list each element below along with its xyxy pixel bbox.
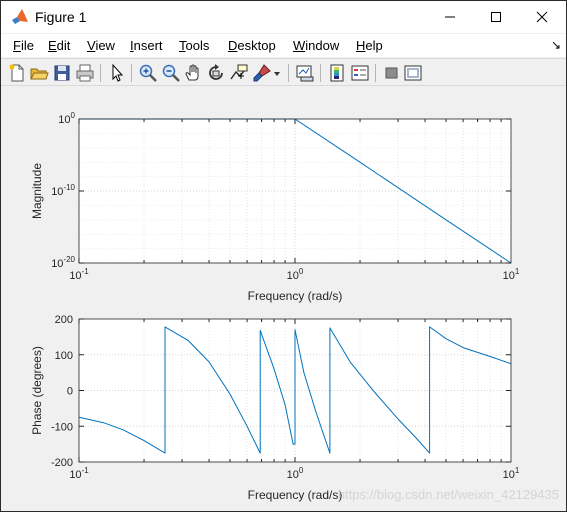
close-button[interactable] (519, 1, 565, 33)
x-tick-label: 100 (287, 466, 304, 481)
watermark-text: https://blog.csdn.net/weixin_42129435 (338, 487, 559, 502)
x-tick-label: 101 (503, 267, 520, 282)
menu-insert-label: nsert (133, 38, 163, 53)
y-tick-label: 200 (55, 314, 73, 326)
y-tick-label: 100 (55, 350, 73, 362)
close-icon (536, 11, 548, 23)
open-file-icon[interactable] (29, 63, 49, 83)
pointer-icon[interactable] (107, 63, 127, 83)
x-tick-label: 10-1 (69, 267, 89, 282)
menu-tools[interactable]: Tools (179, 38, 209, 53)
menu-file-label: ile (20, 38, 34, 53)
menu-window-label: indow (305, 38, 340, 53)
maximize-icon (491, 12, 501, 22)
window-title: Figure 1 (35, 9, 87, 25)
link-plot-icon[interactable] (295, 63, 315, 83)
y-axis-label: Magnitude (30, 163, 44, 219)
menu-desktop[interactable]: Desktop (228, 38, 276, 53)
pan-hand-icon[interactable] (183, 63, 203, 83)
y-axis-label: Phase (degrees) (30, 346, 44, 435)
rotate-3d-icon[interactable] (206, 63, 226, 83)
figure-canvas: 10-1 100 101 100 10-10 10-20 Frequency (rad/s)… (1, 87, 566, 511)
hide-plot-tools-icon[interactable] (382, 63, 402, 83)
brush-dropdown-icon[interactable] (272, 63, 282, 83)
y-tick-label: -100 (51, 421, 73, 433)
toolbar-separator (320, 64, 321, 82)
figure-window: Figure 1 File Edit View Insert Tools Des… (0, 0, 567, 512)
toolbar-separator (131, 64, 132, 82)
menu-file[interactable]: File (13, 38, 34, 53)
bode-plot: 10-1 100 101 100 10-10 10-20 Frequency (rad/s)… (30, 111, 559, 502)
menu-window-mnemonic: W (293, 38, 306, 53)
zoom-out-icon[interactable] (161, 63, 181, 83)
y-tick-label: 10-20 (51, 255, 75, 270)
menu-edit-mnemonic: E (48, 38, 57, 53)
title-bar[interactable]: Figure 1 (1, 1, 566, 33)
save-icon[interactable] (52, 63, 72, 83)
y-tick-label: 100 (58, 111, 75, 126)
toolbar-separator (375, 64, 376, 82)
menu-view[interactable]: View (87, 38, 115, 53)
menu-insert[interactable]: Insert (130, 38, 163, 53)
colorbar-icon[interactable] (327, 63, 347, 83)
menu-view-label: iew (95, 38, 115, 53)
legend-icon[interactable] (350, 63, 370, 83)
menu-desktop-label: esktop (237, 38, 276, 53)
show-plot-tools-icon[interactable] (403, 63, 423, 83)
menu-edit[interactable]: Edit (48, 38, 70, 53)
minimize-button[interactable] (427, 1, 473, 33)
maximize-button[interactable] (473, 1, 519, 33)
menu-tools-label: ools (185, 38, 210, 53)
x-axis-label: Frequency (rad/s) (248, 488, 343, 502)
toolbar-separator (288, 64, 289, 82)
menu-help-label: elp (365, 38, 383, 53)
x-axis-label: Frequency (rad/s) (248, 289, 343, 303)
menu-help-mnemonic: H (356, 38, 366, 53)
y-tick-label: -200 (51, 457, 73, 469)
toolbar-separator (100, 64, 101, 82)
zoom-in-icon[interactable] (138, 63, 158, 83)
menu-window[interactable]: Window (293, 38, 339, 53)
figure-toolbar (1, 58, 566, 86)
minimize-icon (445, 16, 455, 18)
menu-edit-label: dit (56, 38, 71, 53)
y-tick-label: 0 (67, 386, 73, 398)
x-tick-label: 100 (287, 267, 304, 282)
menu-overflow-arrow[interactable]: ↘ (551, 38, 561, 52)
x-tick-label: 101 (503, 466, 520, 481)
menu-bar: File Edit View Insert Tools Desktop Wind… (1, 34, 566, 57)
matlab-logo-icon (12, 9, 28, 24)
menu-help[interactable]: Help (356, 38, 383, 53)
new-figure-icon[interactable] (7, 63, 27, 83)
y-tick-label: 10-10 (51, 183, 75, 198)
menu-desktop-mnemonic: D (228, 38, 238, 53)
brush-icon[interactable] (252, 63, 272, 83)
data-cursor-icon[interactable] (229, 63, 249, 83)
print-icon[interactable] (75, 63, 95, 83)
menu-file-mnemonic: F (13, 38, 21, 53)
